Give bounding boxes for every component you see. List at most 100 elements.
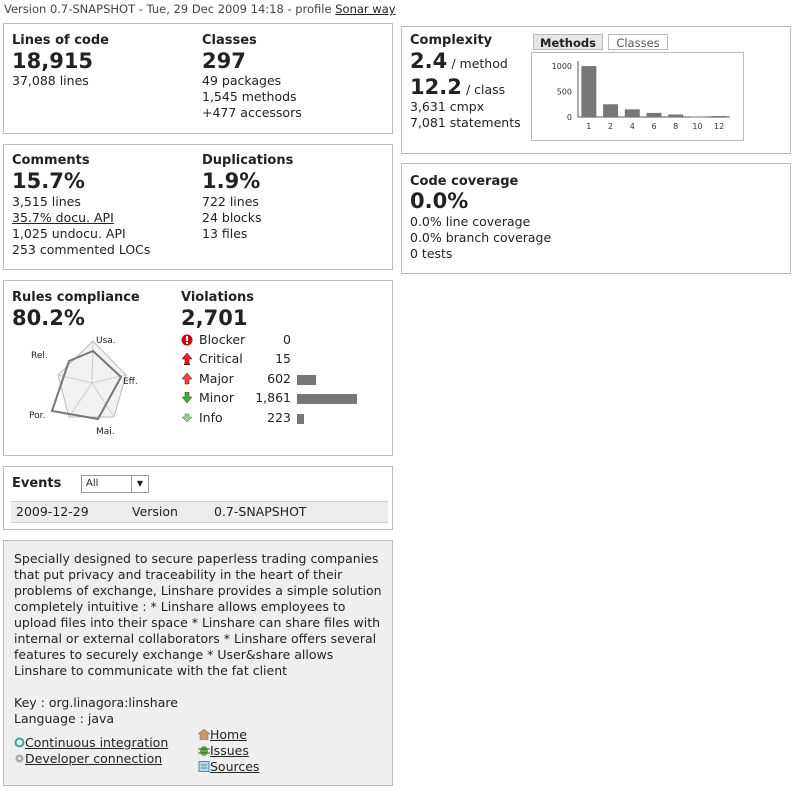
events-filter-select[interactable]: All ▼ [81,475,149,493]
issues-link[interactable]: Issues [210,743,249,758]
undocu-api[interactable]: 1,025 undocu. API [12,226,126,242]
duplicated-lines[interactable]: 722 lines [202,194,259,210]
event-row[interactable]: 2009-12-29 Version 0.7-SNAPSHOT [11,501,388,523]
home-icon [197,728,211,741]
project-description-widget: Specially designed to secure paperless t… [3,540,393,786]
distribution-svg: 050010001 2 4 6 8 10 12 [552,61,730,131]
events-filter-value: All [86,478,99,489]
project-description: Specially designed to secure paperless t… [14,551,382,678]
loc-lines[interactable]: 37,088 lines [12,73,89,89]
complexity-per-method-unit: / method [451,56,508,71]
x-tick-label: 10 [692,122,702,131]
home-link[interactable]: Home [210,727,247,742]
violation-row-major[interactable]: Major 602 [181,371,381,390]
violation-count[interactable]: 1,861 [241,390,291,405]
refresh-icon [14,737,25,748]
developer-connection-link-row[interactable]: Developer connection [14,751,162,767]
sources-link[interactable]: Sources [210,759,259,774]
profile-link[interactable]: Sonar way [335,2,395,16]
violation-name: Info [199,410,223,425]
bar-8[interactable] [668,114,684,117]
docu-api-link[interactable]: 35.7% docu. API [12,210,114,226]
bar-6[interactable] [646,112,662,117]
methods-count[interactable]: 1,545 methods [202,89,297,105]
home-link-row[interactable]: Home [197,727,247,743]
complexity-distribution-chart: 0 500 1000 1 2 4 6 8 10 12 [531,52,744,141]
sources-link-row[interactable]: Sources [198,759,259,775]
bar-2[interactable] [603,104,619,117]
developer-connection-link[interactable]: Developer connection [25,751,162,766]
duplicated-blocks[interactable]: 24 blocks [202,210,262,226]
branch-coverage[interactable]: 0.0% branch coverage [410,230,551,246]
violation-count[interactable]: 15 [241,351,291,366]
x-tick-label: 2 [608,122,613,131]
violation-row-blocker[interactable]: Blocker 0 [181,332,381,351]
y-tick-label: 1000 [552,62,572,71]
complexity-widget: Complexity 2.4 / method 12.2 / class 3,6… [401,26,791,154]
x-tick-label: 6 [651,122,656,131]
events-widget: Events All ▼ 2009-12-29 Version 0.7-SNAP… [3,466,393,530]
size-widget: Lines of code 18,915 37,088 lines Classe… [3,23,393,134]
events-label: Events [12,476,62,491]
complexity-per-class-value: 12.2 [410,75,462,99]
rules-compliance-label: Rules compliance [12,290,140,305]
violation-bar [297,394,357,404]
duplicated-files[interactable]: 13 files [202,226,247,242]
loc-label: Lines of code [12,33,109,48]
statements-count[interactable]: 7,081 statements [410,115,521,131]
complexity-per-class[interactable]: 12.2 / class [410,75,505,99]
bar-4[interactable] [624,109,640,117]
classes-value[interactable]: 297 [202,49,246,73]
bar-12[interactable] [711,115,727,117]
chevron-down-icon[interactable]: ▼ [131,476,148,492]
x-tick-label: 4 [630,122,635,131]
radar-axis-maintainability: Mai. [96,427,115,437]
coverage-value[interactable]: 0.0% [410,189,468,213]
bug-icon [198,746,210,756]
violation-name: Blocker [199,332,246,347]
x-tick-label: 8 [673,122,678,131]
continuous-integration-link-row[interactable]: Continuous integration [14,735,168,751]
packages-count[interactable]: 49 packages [202,73,281,89]
duplications-value[interactable]: 1.9% [202,169,260,193]
complexity-per-method[interactable]: 2.4 / method [410,49,508,73]
accessors-count[interactable]: +477 accessors [202,105,302,121]
code-coverage-widget: Code coverage 0.0% 0.0% line coverage 0.… [401,163,791,274]
rules-compliance-value[interactable]: 80.2% [12,306,85,330]
bar-1[interactable] [581,66,597,117]
radar-axis-usability: Usa. [96,336,116,346]
comments-value[interactable]: 15.7% [12,169,85,193]
violation-name: Major [199,371,234,386]
violation-count[interactable]: 602 [241,371,291,386]
comment-lines[interactable]: 3,515 lines [12,194,81,210]
line-coverage[interactable]: 0.0% line coverage [410,214,530,230]
violations-value[interactable]: 2,701 [181,306,247,330]
violation-bar [297,375,316,385]
violation-row-info[interactable]: Info 223 [181,410,381,429]
violation-row-minor[interactable]: Minor 1,861 [181,390,381,409]
blocker-icon [181,334,193,346]
tests-count[interactable]: 0 tests [410,246,452,262]
violations-label: Violations [181,290,255,305]
bar-10[interactable] [689,116,705,118]
tab-methods[interactable]: Methods [533,34,603,50]
violation-count[interactable]: 0 [241,332,291,347]
complexity-per-class-unit: / class [465,82,506,97]
rules-violations-widget: Rules compliance 80.2% Usa. Eff. Mai. Po… [3,280,393,456]
info-icon [181,413,193,423]
major-icon [181,373,193,385]
issues-link-row[interactable]: Issues [198,743,249,759]
complexity-per-method-value: 2.4 [410,49,448,73]
commented-locs[interactable]: 253 commented LOCs [12,242,150,258]
event-date: 2009-12-29 [16,504,89,519]
document-icon [198,761,210,772]
event-name: 0.7-SNAPSHOT [214,504,307,519]
continuous-integration-link[interactable]: Continuous integration [25,735,168,750]
tab-classes[interactable]: Classes [608,34,668,50]
complexity-total[interactable]: 3,631 cmpx [410,99,484,115]
violation-row-critical[interactable]: Critical 15 [181,351,381,370]
y-tick-label: 500 [557,88,572,97]
project-key: Key : org.linagora:linshare [14,695,178,710]
loc-value[interactable]: 18,915 [12,49,93,73]
violation-count[interactable]: 223 [241,410,291,425]
